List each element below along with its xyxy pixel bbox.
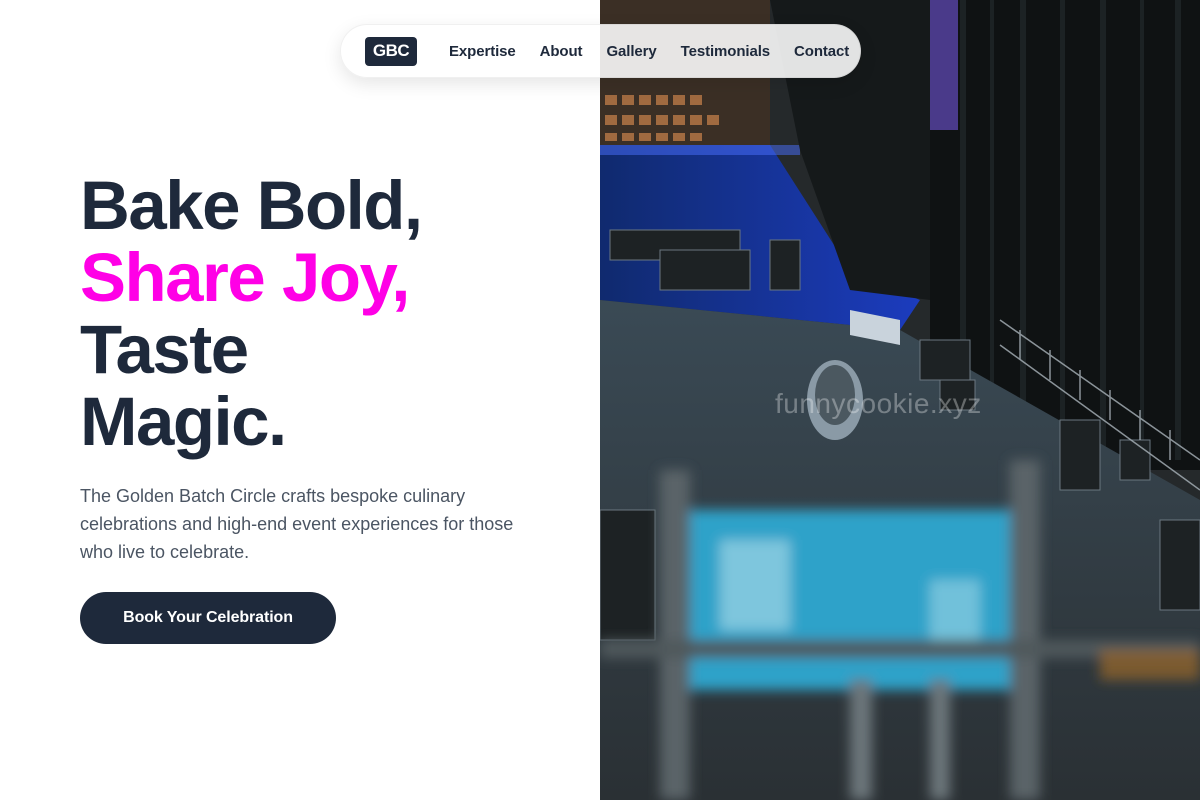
brand-logo[interactable]: GBC xyxy=(365,36,417,66)
nav-link-expertise[interactable]: Expertise xyxy=(449,43,516,60)
nav-link-testimonials[interactable]: Testimonials xyxy=(681,43,770,60)
nav-link-contact[interactable]: Contact xyxy=(794,43,849,60)
top-navigation: GBC Expertise About Gallery Testimonials… xyxy=(340,24,861,78)
hero-description: The Golden Batch Circle crafts bespoke c… xyxy=(80,486,514,562)
watermark: funnycookie.xyz xyxy=(775,388,982,419)
headline-line-3: Taste xyxy=(80,311,249,388)
headline-line-2-accent: Share Joy, xyxy=(80,239,410,316)
nav-link-about[interactable]: About xyxy=(540,43,583,60)
book-celebration-button[interactable]: Book Your Celebration xyxy=(80,592,336,644)
nav-links: Expertise About Gallery Testimonials Con… xyxy=(449,43,849,60)
hero-headline: Bake Bold, Share Joy, Taste Magic. xyxy=(80,167,423,460)
nav-link-gallery[interactable]: Gallery xyxy=(606,43,656,60)
headline-line-1: Bake Bold, xyxy=(80,167,423,244)
hero-image: funnycookie.xyz xyxy=(600,0,1200,800)
headline-line-4: Magic. xyxy=(80,383,287,460)
